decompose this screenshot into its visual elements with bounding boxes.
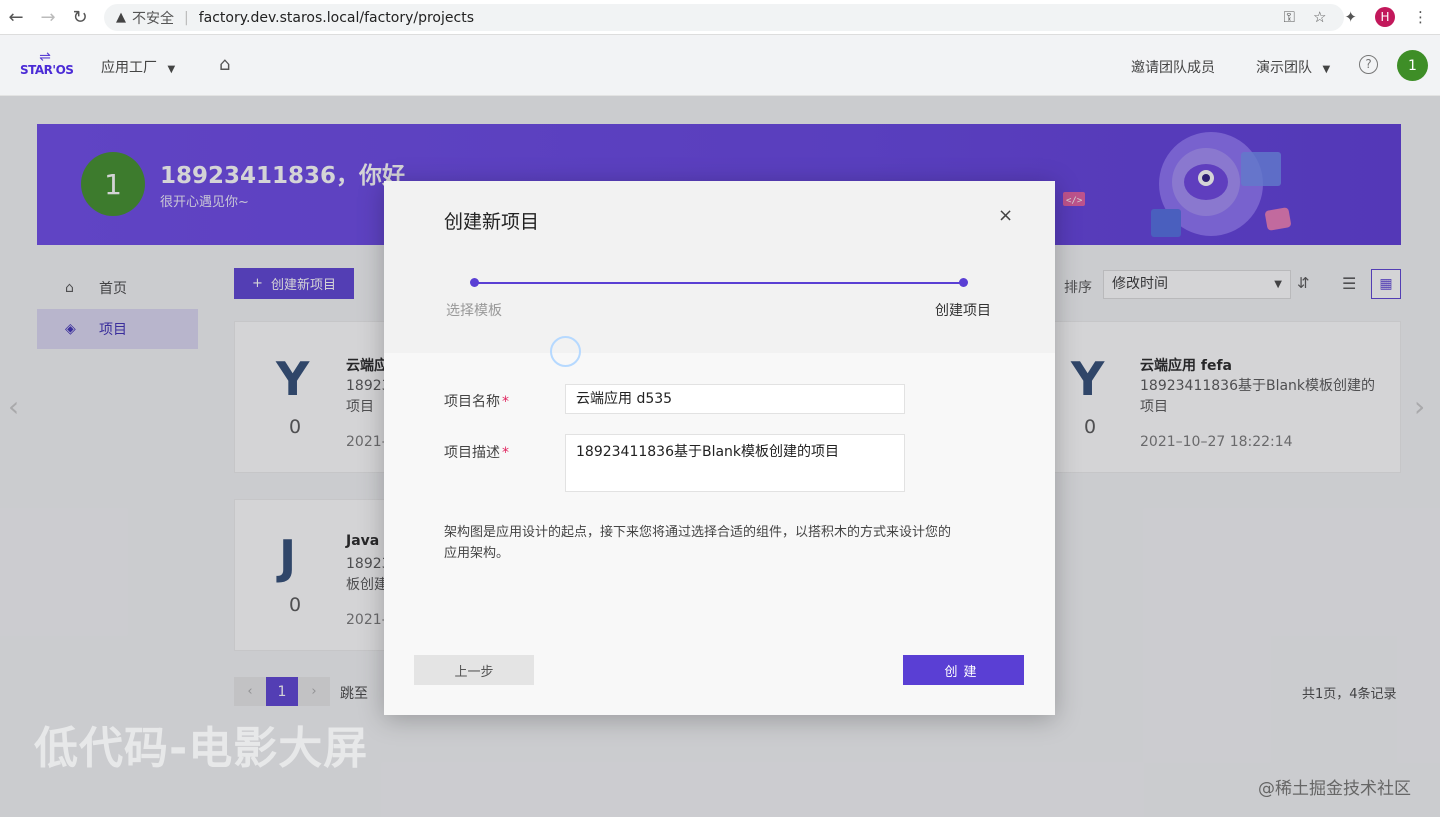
architecture-hint: 架构图是应用设计的起点，接下来您将通过选择合适的组件，以搭积木的方式来设计您的 … (444, 522, 1004, 564)
banner-greeting: 18923411836，你好 (160, 163, 406, 189)
create-project-label: 创建新项目 (270, 278, 336, 293)
project-desc-line: 项目 (1140, 399, 1168, 415)
team-label: 演示团队 (1256, 60, 1312, 76)
layers-icon: ◈ (65, 321, 76, 337)
next-page-icon[interactable]: › (298, 677, 330, 706)
project-desc-textarea[interactable]: 18923411836基于Blank模板创建的项目 (565, 434, 905, 492)
team-dropdown[interactable]: 演示团队 ▼ (1256, 57, 1330, 77)
more-icon[interactable]: ⋮ (1413, 8, 1428, 26)
browser-actions: ⚿ ☆ ✦ H ⋮ (1284, 7, 1428, 27)
back-icon[interactable]: ← (0, 7, 32, 28)
help-icon[interactable]: ? (1359, 55, 1378, 74)
list-view-icon[interactable]: ☰ (1342, 274, 1356, 293)
sidebar-item-label: 首页 (99, 281, 127, 297)
sort-select[interactable]: 修改时间 ▼ (1103, 270, 1291, 299)
step-dot (959, 278, 968, 287)
page-current[interactable]: 1 (266, 677, 298, 706)
banner-subtitle: 很开心遇见你~ (160, 195, 249, 210)
project-count: 0 (1084, 416, 1097, 438)
home-icon[interactable]: ⌂ (219, 54, 230, 75)
project-date: 2021– (346, 612, 389, 628)
app-header: ⇌ STAR'OS 应用工厂 ▼ ⌂ 邀请团队成员 演示团队 ▼ ? 1 (0, 35, 1440, 96)
grid-view-icon[interactable]: ▦ (1371, 269, 1401, 299)
dialog-header: 创建新项目 × 选择模板 创建项目 (384, 181, 1055, 353)
prev-page-icon[interactable]: ‹ (234, 677, 266, 706)
project-desc: 18923411836基于Blank模板创建的 项目 (1140, 376, 1375, 418)
caret-down-icon: ▼ (1274, 279, 1282, 290)
project-letter: Y (276, 352, 310, 406)
create-project-dialog: 创建新项目 × 选择模板 创建项目 项目名称 * 云端应用 d535 项目描述 * … (384, 181, 1055, 715)
warning-icon: ▲ (116, 10, 126, 25)
extensions-icon[interactable]: ✦ (1344, 8, 1357, 26)
project-desc-label: 项目描述 * (444, 442, 509, 462)
browser-profile-avatar[interactable]: H (1375, 7, 1395, 27)
step-create-project: 创建项目 (935, 303, 991, 319)
project-letter: Y (1071, 352, 1105, 406)
project-card[interactable]: J 0 Java - 18923 板创建 2021– (234, 499, 404, 651)
create-project-button[interactable]: + 创建新项目 (234, 268, 354, 299)
project-name-label-text: 项目名称 (444, 394, 500, 410)
page-jump-label: 跳至 (340, 686, 368, 702)
sort-direction-icon[interactable]: ⇵ (1297, 274, 1310, 292)
dialog-title: 创建新项目 (444, 211, 540, 233)
invite-members-link[interactable]: 邀请团队成员 (1131, 57, 1215, 77)
home-icon: ⌂ (65, 280, 74, 296)
project-card[interactable]: Y 0 云端应用 fefa 18923411836基于Blank模板创建的 项目… (1040, 321, 1401, 473)
project-count: 0 (289, 416, 302, 438)
previous-step-button[interactable]: 上一步 (414, 655, 534, 685)
hint-line: 应用架构。 (444, 546, 510, 561)
project-date: 2021– (346, 434, 389, 450)
caret-down-icon: ▼ (167, 64, 176, 75)
project-card[interactable]: Y 0 云端应 18923 项目 2021– (234, 321, 404, 473)
key-icon[interactable]: ⚿ (1284, 8, 1295, 26)
chevron-left-icon[interactable]: ‹ (8, 390, 19, 423)
project-name-input[interactable]: 云端应用 d535 (565, 384, 905, 414)
source-watermark: @稀土掘金技术社区 (1258, 779, 1411, 799)
project-title: 云端应 (346, 358, 388, 374)
url-separator: | (184, 9, 189, 26)
project-count: 0 (289, 594, 302, 616)
required-mark: * (502, 445, 509, 461)
robot-illustration: </> (1063, 132, 1291, 237)
project-desc-label-text: 项目描述 (444, 445, 500, 461)
star-icon[interactable]: ☆ (1313, 8, 1326, 26)
logo-text: STAR'OS (20, 63, 74, 77)
project-name-label: 项目名称 * (444, 391, 509, 411)
video-watermark: 低代码-电影大屏 (34, 723, 369, 774)
sort-value: 修改时间 (1112, 276, 1168, 292)
page-total: 共1页，4条记录 (1302, 687, 1397, 702)
sidebar-item-home[interactable]: ⌂ 首页 (37, 268, 198, 308)
step-progress-line (474, 282, 964, 284)
close-icon[interactable]: × (998, 205, 1013, 226)
sort-label: 排序 (1064, 280, 1092, 296)
app-menu-label: 应用工厂 (101, 60, 157, 76)
plus-icon: + (252, 276, 263, 291)
chevron-right-icon[interactable]: › (1414, 390, 1425, 423)
logo[interactable]: ⇌ STAR'OS (20, 49, 74, 77)
project-date: 2021–10–27 18:22:14 (1140, 434, 1293, 450)
forward-icon[interactable]: → (32, 7, 64, 28)
insecure-label: 不安全 (132, 10, 174, 27)
step-select-template[interactable]: 选择模板 (446, 300, 502, 320)
project-desc-line: 18923411836基于Blank模板创建的 (1140, 378, 1376, 394)
step-dot (470, 278, 479, 287)
user-avatar[interactable]: 1 (1397, 50, 1428, 81)
sidebar-item-projects[interactable]: ◈ 项目 (37, 309, 198, 349)
reload-icon[interactable]: ↻ (64, 7, 96, 28)
banner-avatar: 1 (81, 152, 145, 216)
required-mark: * (502, 394, 509, 410)
address-bar[interactable]: ▲ 不安全 | factory.dev.staros.local/factory… (104, 4, 1344, 31)
create-button[interactable]: 创建 (903, 655, 1024, 685)
caret-down-icon: ▼ (1322, 64, 1331, 75)
project-title: 云端应用 fefa (1140, 358, 1232, 374)
sidebar-item-label: 项目 (99, 322, 127, 338)
browser-toolbar: ← → ↻ ▲ 不安全 | factory.dev.staros.local/f… (0, 0, 1440, 35)
url-text: factory.dev.staros.local/factory/project… (198, 9, 474, 26)
svg-text:</>: </> (1066, 196, 1083, 206)
logo-mark-icon: ⇌ (39, 49, 51, 65)
app-menu-dropdown[interactable]: 应用工厂 ▼ (101, 57, 175, 77)
hint-line: 架构图是应用设计的起点，接下来您将通过选择合适的组件，以搭积木的方式来设计您的 (444, 525, 952, 540)
project-letter: J (279, 530, 297, 584)
loading-spinner-icon (550, 336, 581, 367)
